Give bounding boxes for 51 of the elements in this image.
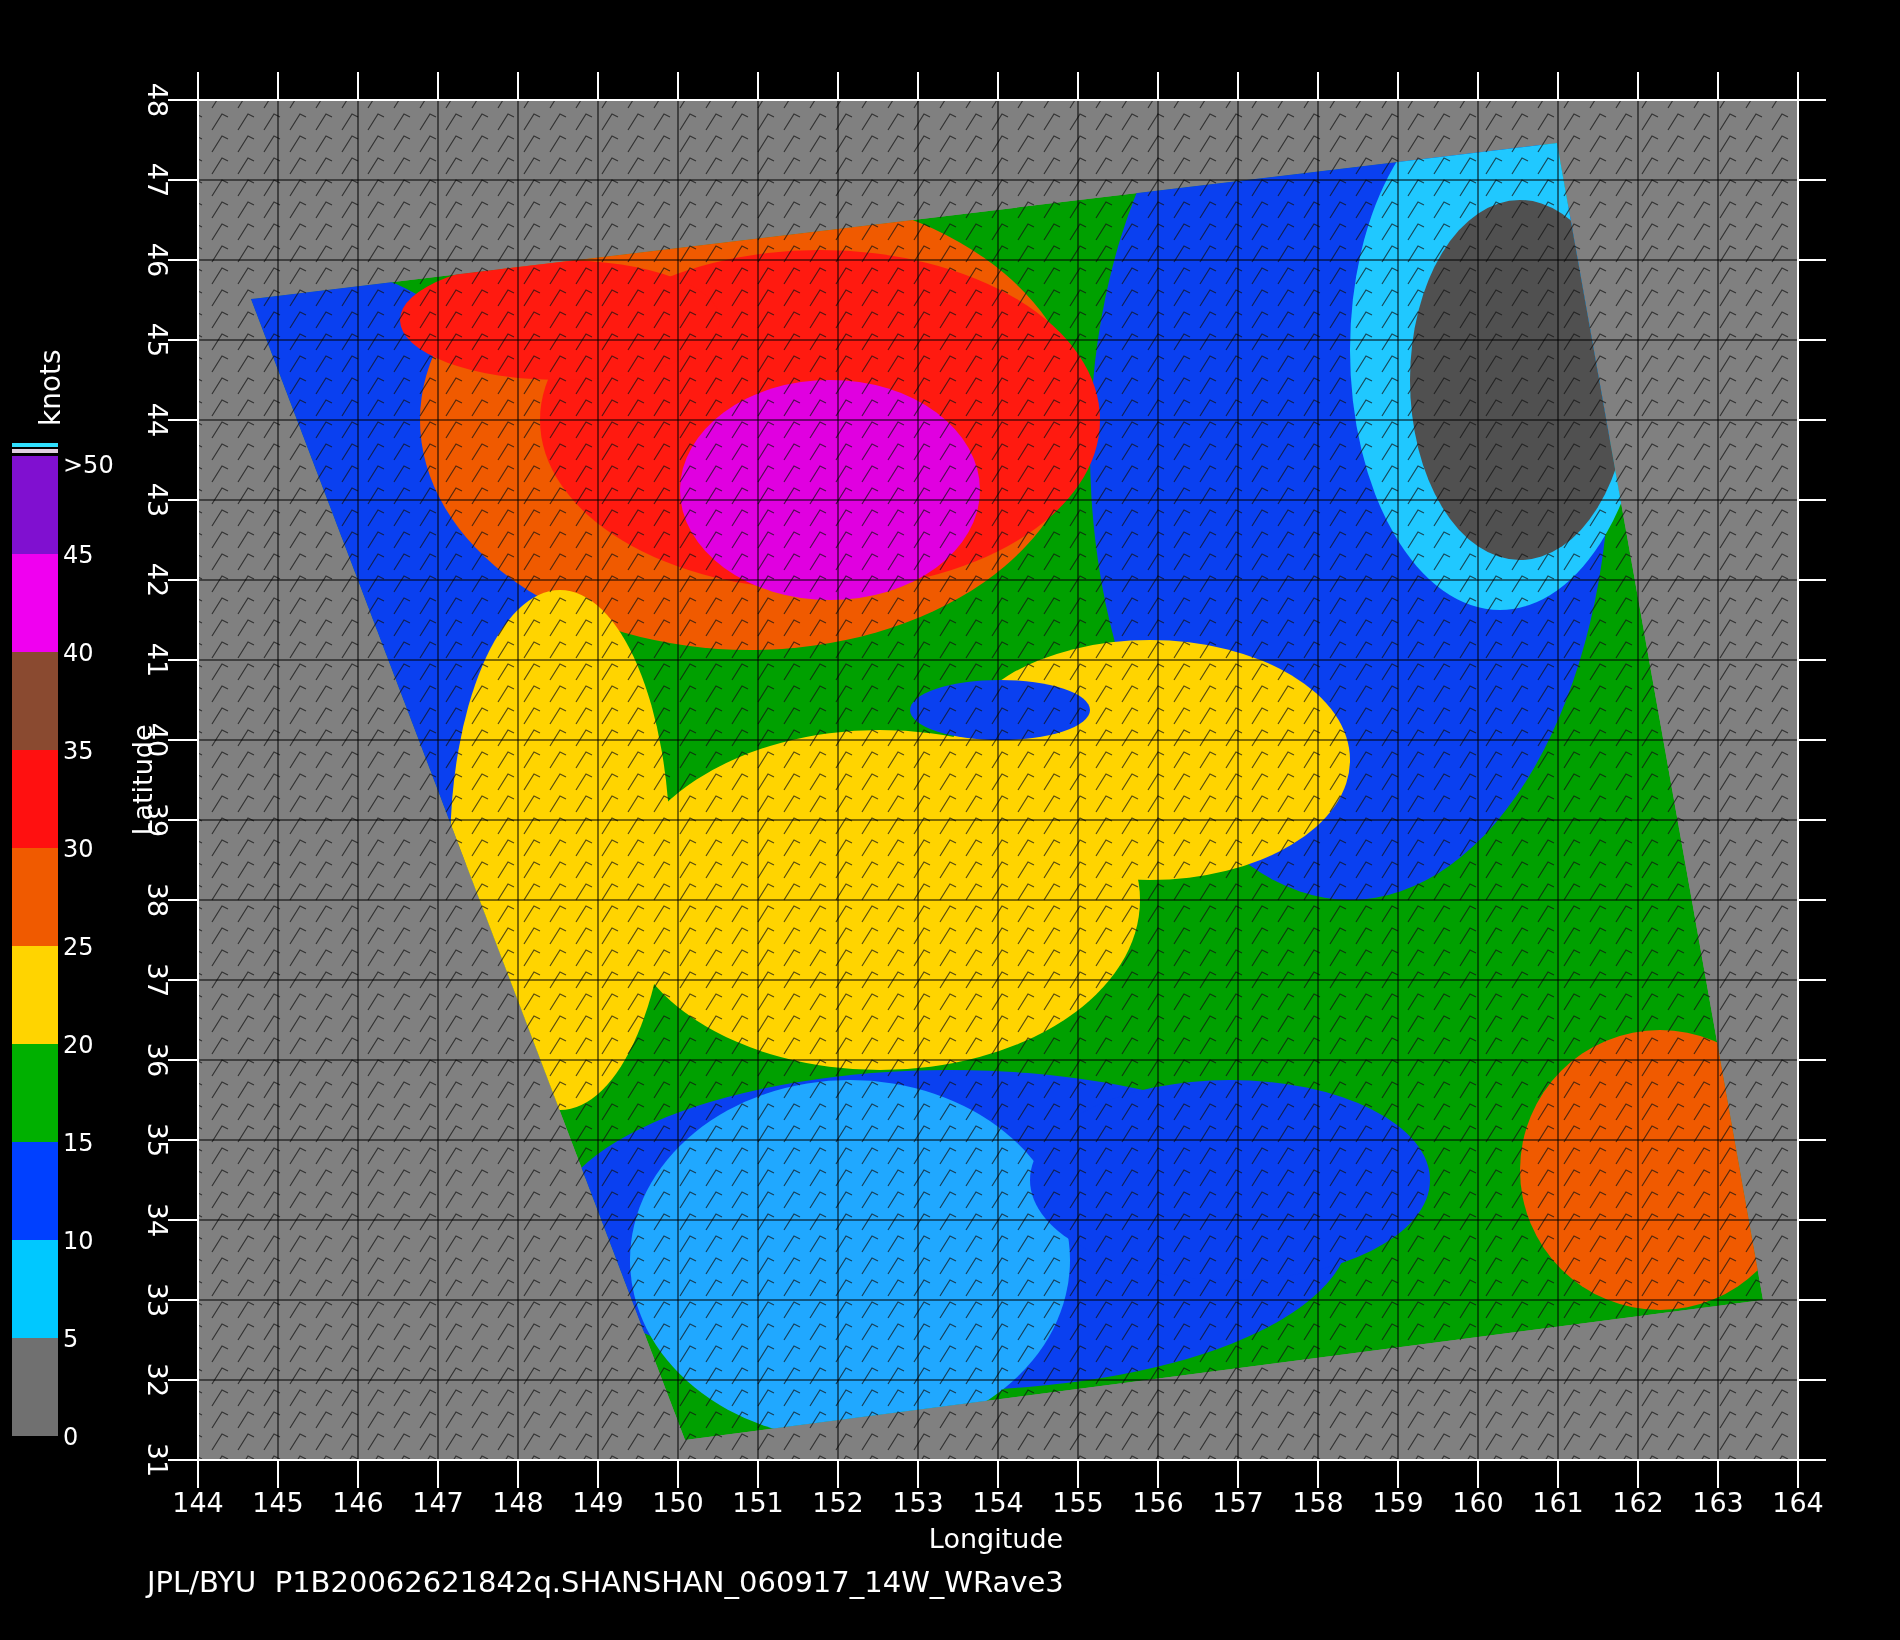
longitude-tick-label: 147	[412, 1487, 464, 1518]
longitude-tick-label: 151	[732, 1487, 784, 1518]
longitude-tick-label: 155	[1052, 1487, 1104, 1518]
latitude-tick-label: 34	[142, 1202, 173, 1238]
axis-title: Longitude	[928, 1523, 1064, 1554]
colorbar-label: 15	[63, 1129, 94, 1157]
longitude-tick-label: 161	[1532, 1487, 1584, 1518]
longitude-tick-label: 163	[1692, 1487, 1744, 1518]
colorbar-label: 30	[63, 835, 94, 863]
colorbar-label: 5	[63, 1325, 79, 1353]
latitude-tick-label: 44	[142, 402, 173, 438]
longitude-tick-label: 149	[572, 1487, 624, 1518]
latitude-tick-label: 47	[142, 162, 173, 198]
latitude-tick-label: 42	[142, 562, 173, 598]
latitude-tick-label: 41	[142, 642, 173, 678]
longitude-tick-label: 154	[972, 1487, 1024, 1518]
latitude-tick-label: 31	[142, 1442, 173, 1478]
latitude-tick-label: 45	[142, 322, 173, 358]
latitude-tick-label: 33	[142, 1282, 173, 1318]
latitude-tick-label: 36	[142, 1042, 173, 1078]
longitude-tick-label: 162	[1612, 1487, 1664, 1518]
longitude-tick-label: 148	[492, 1487, 544, 1518]
latitude-tick-label: 37	[142, 962, 173, 998]
longitude-tick-label: 146	[332, 1487, 384, 1518]
latitude-tick-label: 43	[142, 482, 173, 518]
colorbar-label: 40	[63, 639, 94, 667]
longitude-tick-label: 150	[652, 1487, 704, 1518]
longitude-tick-label: 159	[1372, 1487, 1424, 1518]
longitude-tick-label: 153	[892, 1487, 944, 1518]
colorbar-label: 25	[63, 933, 94, 961]
colorbar-label: 20	[63, 1031, 94, 1059]
latitude-tick-label: 32	[142, 1362, 173, 1398]
colorbar-label: >50	[63, 451, 114, 479]
latitude-tick-label: 46	[142, 242, 173, 278]
longitude-tick-label: 158	[1292, 1487, 1344, 1518]
latitude-tick-label: 48	[142, 82, 173, 118]
longitude-tick-label: 145	[252, 1487, 304, 1518]
colorbar-title: knots	[34, 349, 67, 426]
longitude-tick-label: 157	[1212, 1487, 1264, 1518]
latitude-tick-label: 35	[142, 1122, 173, 1158]
colorbar-label: 45	[63, 541, 94, 569]
longitude-tick-label: 164	[1772, 1487, 1824, 1518]
colorbar-label: 0	[63, 1423, 79, 1451]
longitude-tick-label: 152	[812, 1487, 864, 1518]
colorbar-label: 10	[63, 1227, 94, 1255]
longitude-tick-label: 144	[172, 1487, 224, 1518]
caption-text: JPL/BYU P1B20062621842q.SHANSHAN_060917_14W_WRave3	[147, 1565, 1064, 1599]
longitude-tick-label: 156	[1132, 1487, 1184, 1518]
latitude-tick-label: 38	[142, 882, 173, 918]
longitude-tick-label: 160	[1452, 1487, 1504, 1518]
colorbar-label: 35	[63, 737, 94, 765]
